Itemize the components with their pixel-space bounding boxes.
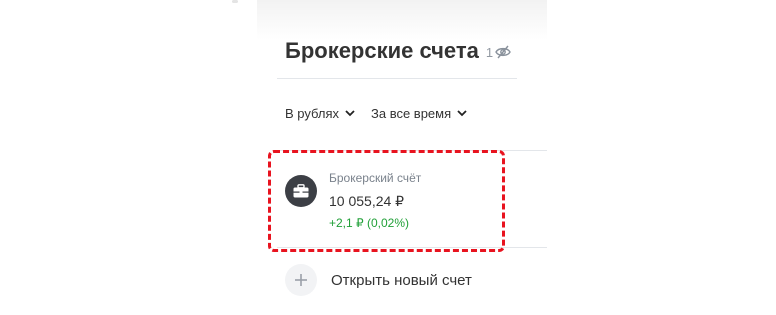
currency-filter-label: В рублях — [285, 106, 339, 121]
open-new-account-button[interactable]: Открыть новый счет — [285, 264, 472, 296]
plus-icon — [285, 264, 317, 296]
panel-header: Брокерские счета 1 — [285, 38, 511, 64]
account-change: +2,1 ₽ (0,02%) — [329, 216, 410, 230]
open-new-account-label: Открыть новый счет — [331, 271, 472, 289]
filters-bar: В рублях За все время — [285, 106, 467, 121]
accounts-panel: Брокерские счета 1 В рублях За все время — [257, 0, 547, 315]
chevron-down-icon — [457, 110, 467, 117]
accounts-count: 1 — [485, 44, 494, 60]
account-name: Брокерский счёт — [329, 171, 422, 185]
chevron-down-icon — [345, 110, 355, 117]
period-filter-label: За все время — [371, 106, 452, 121]
page-title: Брокерские счета — [285, 38, 479, 63]
header-divider — [277, 78, 517, 79]
period-filter[interactable]: За все время — [371, 106, 467, 121]
briefcase-icon — [285, 175, 317, 207]
top-edge-mark — [232, 0, 238, 3]
account-balance: 10 055,24 ₽ — [329, 193, 405, 209]
currency-filter[interactable]: В рублях — [285, 106, 355, 121]
brokerage-account-card[interactable]: Брокерский счёт 10 055,24 ₽ +2,1 ₽ (0,02… — [277, 151, 507, 247]
eye-off-icon[interactable] — [495, 45, 511, 59]
card-bottom-divider — [277, 247, 547, 248]
